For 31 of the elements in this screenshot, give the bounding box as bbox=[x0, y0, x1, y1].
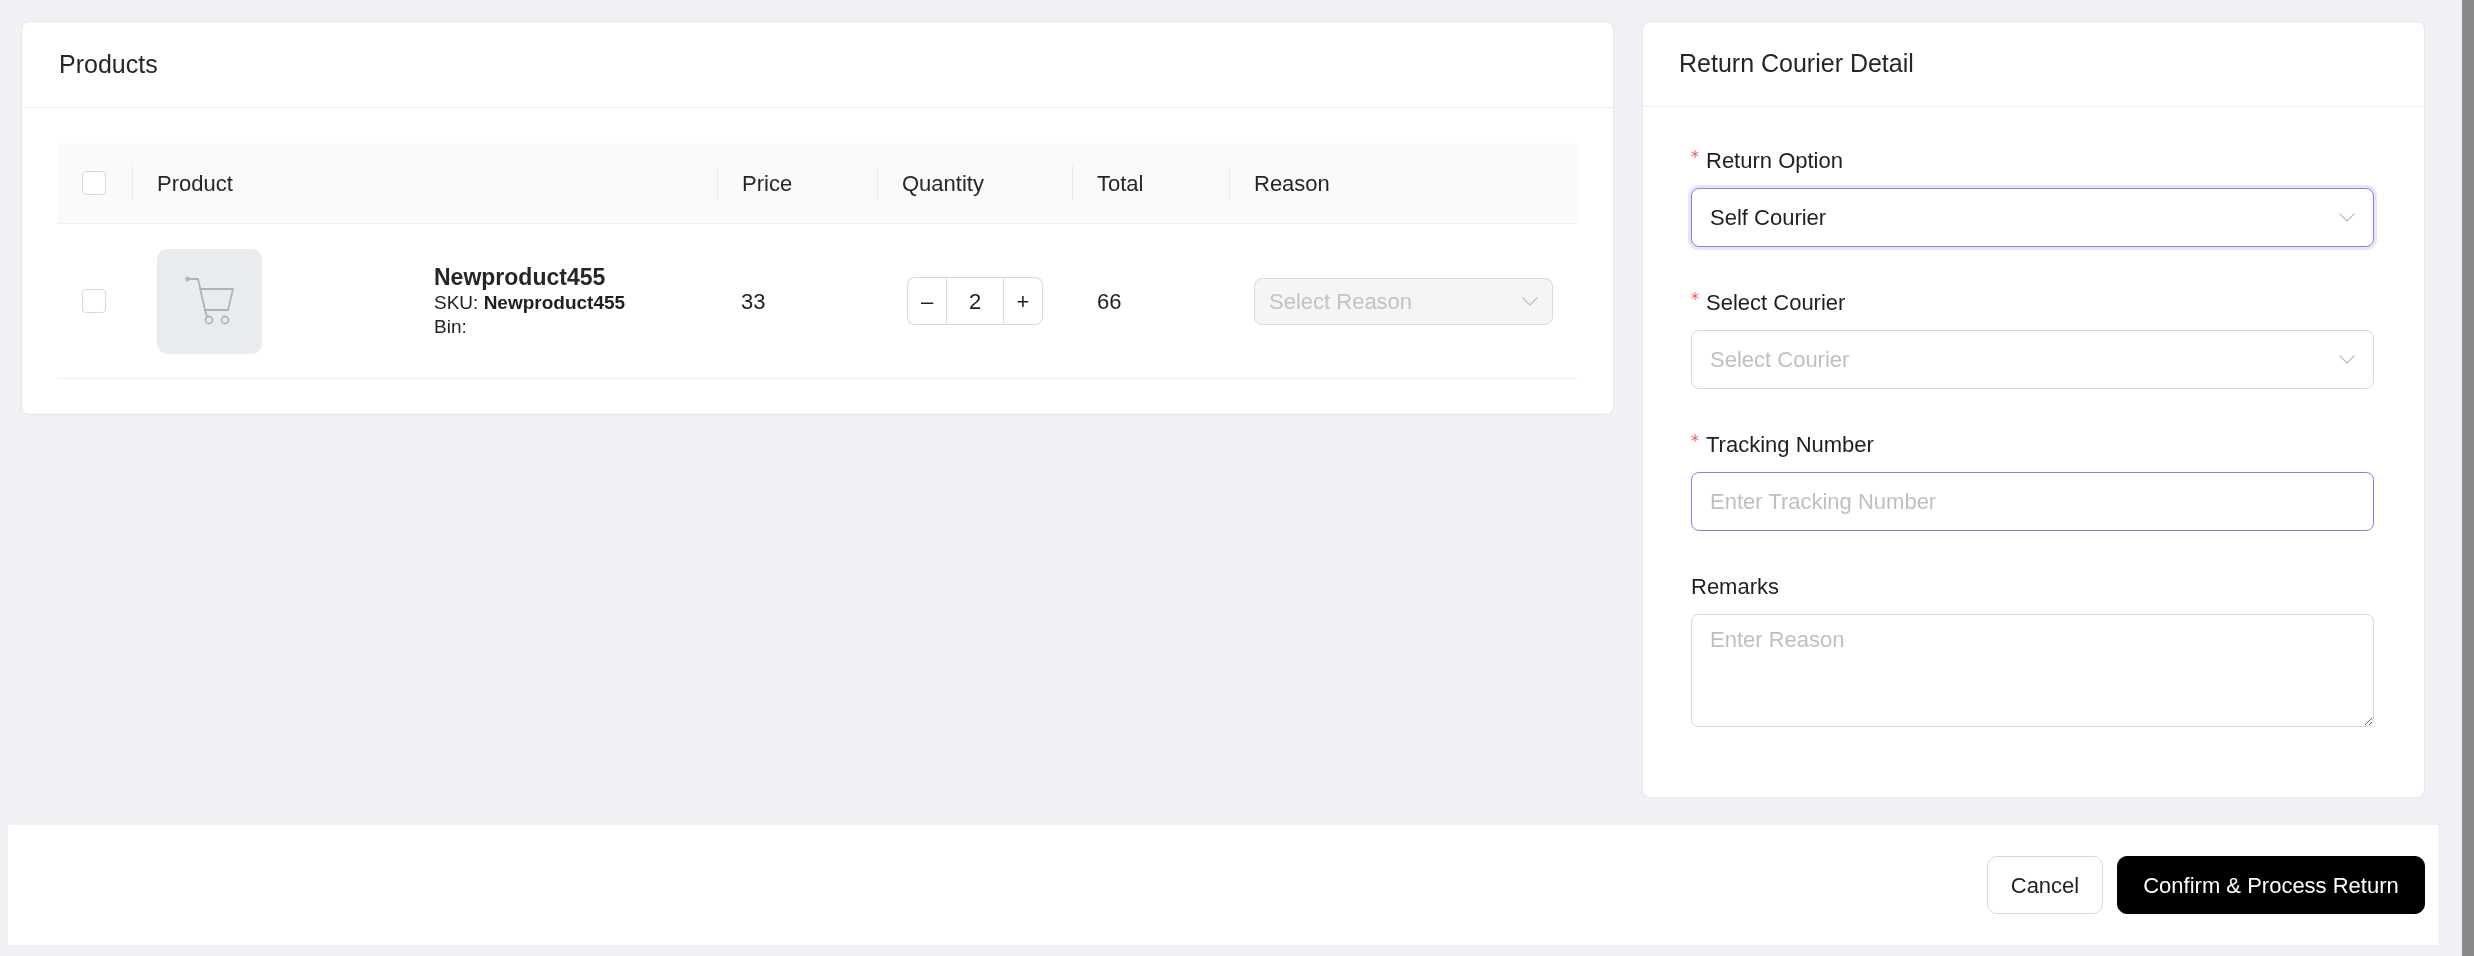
checkbox[interactable] bbox=[82, 171, 106, 195]
increment-button[interactable]: + bbox=[1004, 277, 1043, 325]
field-label: Remarks bbox=[1691, 572, 1779, 601]
field-label: Select Courier bbox=[1706, 288, 1846, 317]
column-header: Quantity bbox=[902, 169, 984, 198]
quantity-input[interactable]: 2 bbox=[946, 277, 1004, 325]
product-bin: Bin: bbox=[434, 315, 468, 339]
textarea-field[interactable]: Enter Reason bbox=[1691, 614, 2374, 727]
input-field[interactable]: Enter Tracking Number bbox=[1691, 472, 2374, 531]
shopping-cart-icon bbox=[184, 276, 235, 326]
card-title: Return Courier Detail bbox=[1679, 48, 1914, 80]
field-label: Return Option bbox=[1706, 146, 1843, 175]
total-text: 66 bbox=[1097, 288, 1122, 314]
cancel-button[interactable]: Cancel bbox=[1987, 856, 2103, 914]
product-name: Newproduct455 bbox=[434, 263, 607, 291]
chevron-down-icon bbox=[2339, 355, 2355, 364]
field-label: Tracking Number bbox=[1706, 430, 1874, 459]
decrement-button[interactable]: – bbox=[907, 277, 946, 325]
chevron-down-icon bbox=[2339, 213, 2355, 222]
card-title: Products bbox=[59, 48, 158, 80]
chevron-down-icon bbox=[1522, 296, 1538, 306]
column-header: Product bbox=[157, 169, 233, 198]
column-header: Total bbox=[1097, 169, 1144, 198]
price-text: 33 bbox=[741, 288, 766, 314]
column-header: Reason bbox=[1254, 169, 1330, 198]
column-header: Price bbox=[742, 169, 793, 198]
product-sku: SKU: Newproduct455 bbox=[434, 291, 626, 315]
select-field[interactable]: Self Courier bbox=[1691, 188, 2374, 247]
checkbox[interactable] bbox=[82, 289, 106, 313]
scrollbar[interactable] bbox=[2462, 0, 2474, 956]
confirm-button[interactable]: Confirm & Process Return bbox=[2117, 856, 2425, 914]
